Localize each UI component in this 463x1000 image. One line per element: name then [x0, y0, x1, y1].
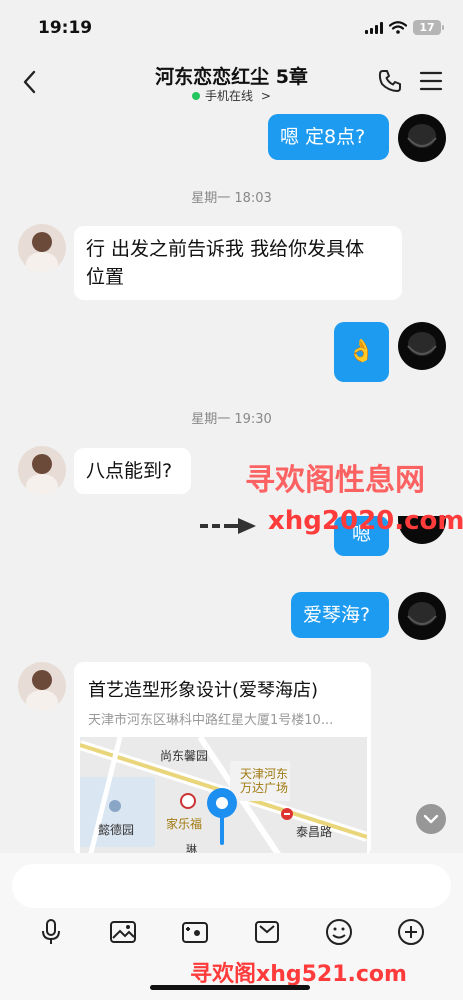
status-icons: 17	[365, 20, 444, 35]
signal-icon	[365, 21, 383, 34]
map-label-park: 懿德园	[98, 823, 135, 837]
timestamp: 星期一 19:30	[191, 412, 272, 427]
timestamp: 星期一 18:03	[191, 191, 272, 206]
map-label-road: 琳	[186, 843, 197, 853]
input-toolbar	[0, 917, 463, 951]
status-time: 19:19	[38, 18, 93, 38]
map-pin-icon	[207, 788, 237, 845]
store-icon	[180, 793, 196, 809]
map-label-north: 尚东馨园	[160, 749, 209, 763]
message-bubble-sent[interactable]: 👌	[334, 322, 389, 382]
scroll-down-icon[interactable]	[416, 804, 446, 834]
location-name: 首艺造型形象设计(爱琴海店)	[88, 680, 319, 701]
my-avatar[interactable]	[398, 322, 446, 370]
message-bubble-received[interactable]: 行 出发之前告诉我 我给你发具体 位置	[74, 226, 402, 300]
contact-avatar[interactable]	[18, 224, 66, 272]
location-map[interactable]: 尚东馨园 天津河东 万达广场 懿德园 家乐福 泰昌路 琳	[80, 737, 367, 853]
message-text: 八点能到?	[86, 460, 173, 482]
online-status-text: 手机在线	[205, 89, 254, 103]
metro-icon	[281, 808, 293, 820]
watermark-bottom: 寻欢阁xhg521.com	[190, 962, 407, 987]
message-bubble-received[interactable]: 八点能到?	[74, 448, 191, 494]
message-bubble-sent[interactable]: 嗯 定8点?	[268, 114, 389, 160]
camera-icon[interactable]	[180, 917, 210, 947]
map-label-mall: 天津河东 万达广场	[240, 767, 288, 795]
envelope-icon[interactable]	[252, 917, 282, 947]
my-avatar[interactable]	[398, 114, 446, 162]
chevron-right-icon: >	[260, 89, 271, 103]
online-dot-icon	[192, 92, 201, 100]
menu-icon[interactable]	[419, 70, 443, 92]
my-avatar[interactable]	[398, 592, 446, 640]
watermark-url: xhg2020.com	[268, 506, 463, 536]
ok-hand-emoji: 👌	[347, 339, 376, 364]
park-icon	[109, 800, 121, 812]
message-text-line: 行 出发之前告诉我 我给你发具体	[86, 238, 365, 260]
map-label-store: 家乐福	[166, 817, 203, 831]
phone-icon[interactable]	[377, 68, 403, 94]
microphone-icon[interactable]	[36, 917, 66, 947]
emoji-icon[interactable]	[324, 917, 354, 947]
message-bubble-sent[interactable]: 爱琴海?	[291, 592, 389, 638]
message-input[interactable]	[12, 864, 451, 908]
message-text-line: 位置	[86, 266, 125, 288]
contact-avatar[interactable]	[18, 446, 66, 494]
image-icon[interactable]	[108, 917, 138, 947]
watermark-arrow-icon	[200, 518, 256, 534]
home-indicator[interactable]	[150, 985, 310, 990]
watermark-text: 寻欢阁性息网	[245, 463, 425, 498]
wifi-icon	[389, 21, 407, 34]
map-label-metro: 泰昌路	[296, 825, 333, 839]
message-text: 嗯 定8点?	[280, 126, 366, 148]
location-card[interactable]: 首艺造型形象设计(爱琴海店) 天津市河东区琳科中路红星大厦1号楼10... 尚东…	[74, 662, 371, 853]
status-bar: 19:19 17	[0, 0, 463, 56]
map-label-mall-line2: 万达广场	[240, 781, 289, 795]
message-text: 爱琴海?	[303, 604, 371, 626]
chat-header: 河东恋恋红尘 5章 手机在线 >	[0, 56, 463, 108]
battery-icon: 17	[413, 20, 444, 35]
plus-icon[interactable]	[396, 917, 426, 947]
contact-avatar[interactable]	[18, 662, 66, 710]
location-address: 天津市河东区琳科中路红星大厦1号楼10...	[88, 713, 334, 728]
map-label-mall-line1: 天津河东	[240, 767, 289, 781]
